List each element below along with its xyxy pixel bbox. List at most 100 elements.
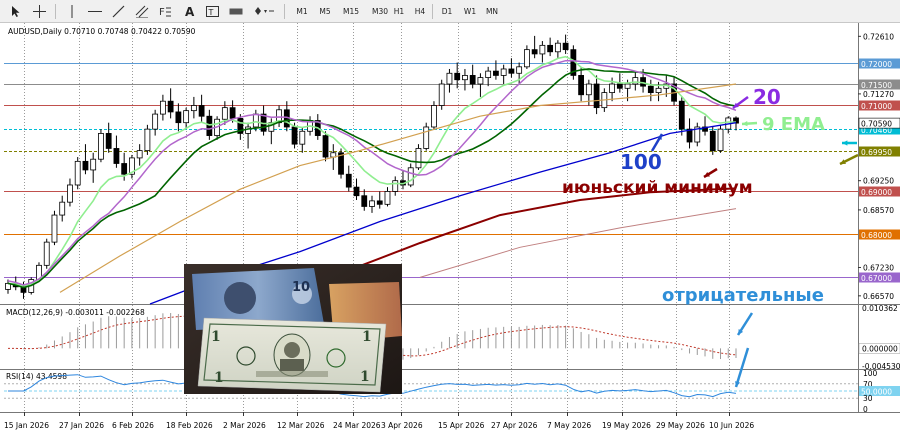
- candle-bear: [376, 200, 383, 205]
- candle-bear: [709, 130, 716, 152]
- label-ma100: 100: [620, 150, 662, 174]
- svg-text:T: T: [208, 8, 214, 17]
- candle-bull: [67, 184, 73, 203]
- candle-bull: [523, 49, 530, 68]
- current-price-label: 0.70590: [861, 120, 892, 129]
- level-price-label: 0.72000: [861, 60, 892, 69]
- date-tick-label: 24 Mar 2026: [333, 421, 381, 430]
- candle-bull: [74, 160, 81, 186]
- candle-bull: [159, 100, 166, 115]
- level-price-label: 0.71000: [861, 102, 892, 111]
- label-negative: отрицательные: [662, 285, 824, 306]
- horizontal-line-icon[interactable]: [85, 3, 104, 20]
- candle-bear: [454, 72, 461, 81]
- date-tick-label: 10 Jun 2026: [709, 421, 754, 430]
- rsi-axis-label: 0: [863, 405, 868, 414]
- candle-bull: [369, 200, 375, 207]
- rsi-axis-label: 30: [863, 394, 873, 403]
- vertical-line-icon[interactable]: [62, 3, 81, 20]
- candle-bear: [361, 195, 368, 207]
- price-chart[interactable]: 0.720000.715000.710000.704600.699500.690…: [0, 23, 900, 437]
- candle-bull: [609, 83, 615, 94]
- svg-text:A: A: [185, 5, 195, 18]
- candle-bull: [392, 180, 399, 192]
- date-tick-label: 27 Apr 2026: [491, 421, 538, 430]
- candle-bull: [446, 72, 453, 85]
- candle-bull: [516, 66, 523, 74]
- candle-bear: [105, 133, 112, 149]
- currency-photo: 10 1 1 1 1: [184, 264, 402, 394]
- macd-header: MACD(12,26,9) -0.003011 -0.002268: [6, 308, 145, 317]
- text-icon[interactable]: A: [180, 3, 199, 20]
- candle-bull: [190, 105, 197, 112]
- candle-bull: [485, 70, 492, 78]
- date-tick-label: 3 Apr 2026: [381, 421, 423, 430]
- price-tick-label: 0.72610: [863, 32, 894, 41]
- svg-text:F: F: [159, 7, 165, 18]
- timeframe-m15[interactable]: M15: [338, 3, 364, 20]
- candle-bear: [593, 83, 600, 109]
- svg-text:1: 1: [360, 369, 370, 385]
- candle-bull: [407, 167, 414, 186]
- svg-text:1: 1: [362, 329, 372, 345]
- text-label-icon[interactable]: T: [203, 3, 222, 20]
- chart-area[interactable]: 0.72000 0.71500 0.71000 0.70460 0.69950 0.690…: [0, 23, 900, 437]
- candle-bear: [353, 186, 360, 197]
- trendline-icon[interactable]: [109, 3, 128, 20]
- svg-text:1: 1: [214, 370, 224, 386]
- timeframe-m5[interactable]: M5: [315, 3, 335, 20]
- timeframe-h4[interactable]: H4: [410, 3, 430, 20]
- candle-bear: [121, 163, 128, 175]
- fibonacci-icon[interactable]: F: [155, 3, 174, 20]
- candle-bear: [616, 83, 623, 89]
- date-tick-label: 19 May 2026: [602, 421, 651, 430]
- candle-bear: [167, 100, 174, 113]
- candle-bull: [624, 83, 631, 89]
- candle-bear: [508, 68, 515, 74]
- candle-bull: [221, 107, 228, 120]
- candle-bear: [82, 160, 89, 171]
- timeframe-h1[interactable]: H1: [389, 3, 409, 20]
- label-june-low: июньский минимум: [562, 178, 753, 198]
- candle-bull: [477, 77, 484, 85]
- candle-bear: [345, 173, 352, 188]
- main-chart-header: AUDUSD,Daily 0.70710 0.70748 0.70422 0.7…: [8, 27, 196, 36]
- candle-bull: [136, 150, 143, 159]
- timeframe-d1[interactable]: D1: [437, 3, 457, 20]
- candle-bear: [322, 135, 329, 158]
- date-tick-label: 18 Feb 2026: [166, 421, 213, 430]
- candle-bull: [431, 105, 437, 128]
- macd-axis-label: 0.010362: [862, 304, 898, 313]
- candle-bull: [423, 126, 430, 149]
- candle-bull: [98, 133, 104, 160]
- candle-bear: [198, 105, 205, 117]
- candle-bull: [384, 191, 391, 205]
- svg-text:1: 1: [211, 329, 221, 345]
- level-price-label: 0.69950: [861, 148, 892, 157]
- timeframe-m1[interactable]: M1: [292, 3, 312, 20]
- candle-bull: [51, 214, 58, 243]
- candle-bull: [462, 75, 468, 81]
- level-price-label: 0.71500: [861, 81, 892, 90]
- cursor-icon[interactable]: [6, 3, 25, 20]
- candle-bull: [183, 110, 190, 124]
- candle-bear: [578, 75, 585, 96]
- candle-bull: [438, 83, 445, 106]
- arrow-icon[interactable]: [252, 3, 278, 20]
- date-tick-label: 2 Mar 2026: [223, 421, 266, 430]
- candle-bear: [113, 148, 120, 164]
- price-tick-label: 0.67230: [863, 263, 894, 272]
- candle-bull: [717, 128, 724, 152]
- price-tick-label: 0.66570: [863, 292, 894, 301]
- candle-bull: [554, 42, 561, 53]
- channel-icon[interactable]: [132, 3, 151, 20]
- candle-bear: [493, 70, 499, 76]
- candle-bear: [291, 126, 298, 145]
- timeframe-w1[interactable]: W1: [460, 3, 480, 20]
- label-ma20: 20: [753, 85, 781, 109]
- rectangle-icon[interactable]: [226, 3, 245, 20]
- crosshair-icon[interactable]: [30, 3, 49, 20]
- timeframe-mn[interactable]: MN: [482, 3, 502, 20]
- candle-bear: [531, 49, 538, 55]
- level-price-label: 0.67000: [861, 274, 892, 283]
